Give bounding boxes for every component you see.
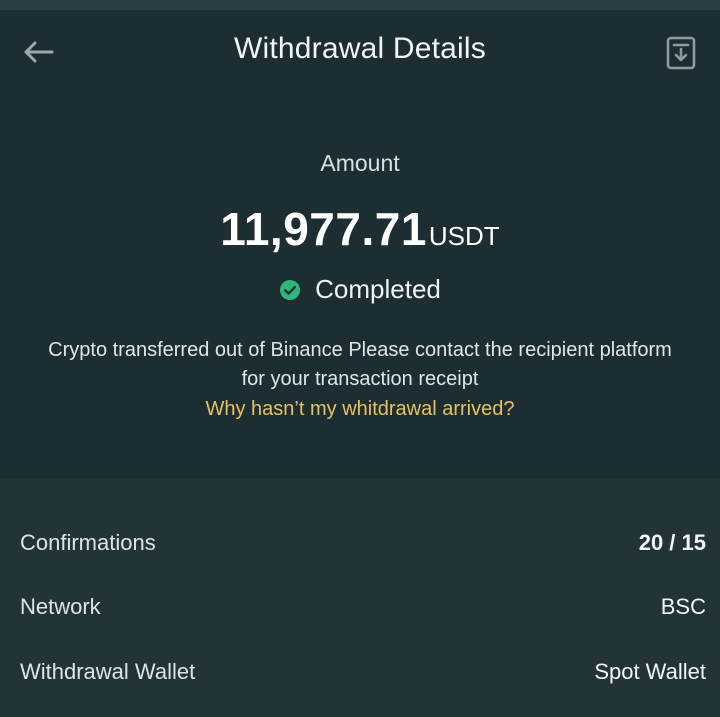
amount: 11,977.71USDT [0,202,720,256]
detail-row-withdrawal-wallet: Withdrawal Wallet Spot Wallet [20,652,706,692]
status-text: Completed [315,274,441,304]
detail-value: 20 / 15 [638,530,706,555]
withdrawal-help-link[interactable]: Why hasn’t my whitdrawal arrived? [0,398,720,421]
amount-unit: USDT [428,221,500,251]
detail-label: Withdrawal Wallet [20,659,196,684]
detail-value: BSC [660,594,706,619]
details-list: Confirmations 20 / 15 Network BSC Withdr… [0,478,720,717]
detail-value: Spot Wallet [594,659,706,684]
detail-row-confirmations: Confirmations 20 / 15 [20,523,706,563]
withdrawal-summary: Amount 11,977.71USDT Completed Crypto tr… [0,94,720,478]
detail-label: Confirmations [20,530,156,555]
amount-value: 11,977.71 [220,203,427,255]
status: Completed [0,274,720,305]
check-circle-icon [280,279,301,300]
page-title: Withdrawal Details [233,32,486,65]
detail-label: Network [20,594,101,619]
download-receipt-button[interactable] [664,34,698,72]
detail-row-network: Network BSC [20,587,706,627]
header: Withdrawal Details [0,10,720,94]
amount-label: Amount [320,150,400,176]
download-receipt-icon [666,36,696,70]
status-bar-strip [0,0,720,10]
info-message: Crypto transferred out of Binance Please… [48,339,672,390]
